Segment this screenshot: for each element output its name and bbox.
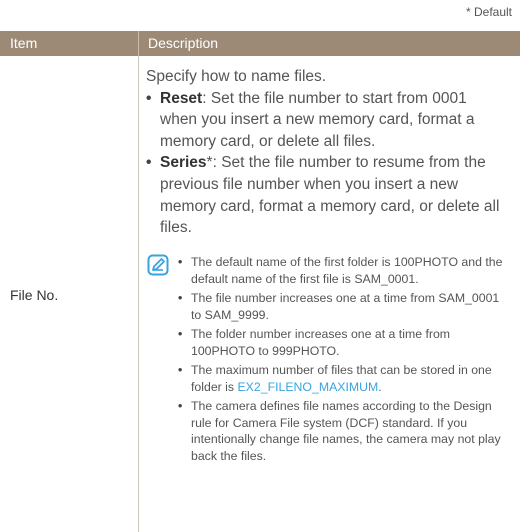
option-series: Series*: Set the file number to resume f… — [146, 152, 506, 238]
header-separator — [138, 31, 139, 56]
note-max-suffix: . — [378, 379, 382, 394]
option-reset-text: : Set the file number to start from 0001… — [160, 89, 475, 150]
description-cell: Specify how to name files. Reset: Set th… — [146, 66, 506, 239]
column-separator — [138, 56, 139, 532]
table-header: Item Description — [0, 31, 520, 56]
note-pencil-icon — [147, 254, 169, 276]
default-note: * Default — [465, 5, 512, 19]
note-folder-number: The folder number increases one at a tim… — [178, 326, 508, 359]
description-intro: Specify how to name files. — [146, 68, 327, 85]
option-series-name: Series — [160, 154, 207, 172]
header-description: Description — [148, 35, 219, 51]
option-reset-name: Reset — [160, 89, 203, 107]
notes-block: The default name of the first folder is … — [178, 254, 508, 467]
option-list: Reset: Set the file number to start from… — [146, 88, 506, 239]
option-reset: Reset: Set the file number to start from… — [146, 88, 506, 153]
note-max-files: The maximum number of files that can be … — [178, 362, 508, 395]
header-item: Item — [10, 35, 38, 51]
item-label: File No. — [10, 287, 59, 303]
note-dcf: The camera defines file names according … — [178, 398, 508, 464]
note-file-number: The file number increases one at a time … — [178, 290, 508, 323]
note-default-name: The default name of the first folder is … — [178, 254, 508, 287]
max-files-link[interactable]: EX2_FILENO_MAXIMUM — [237, 380, 378, 394]
notes-list: The default name of the first folder is … — [178, 254, 508, 464]
